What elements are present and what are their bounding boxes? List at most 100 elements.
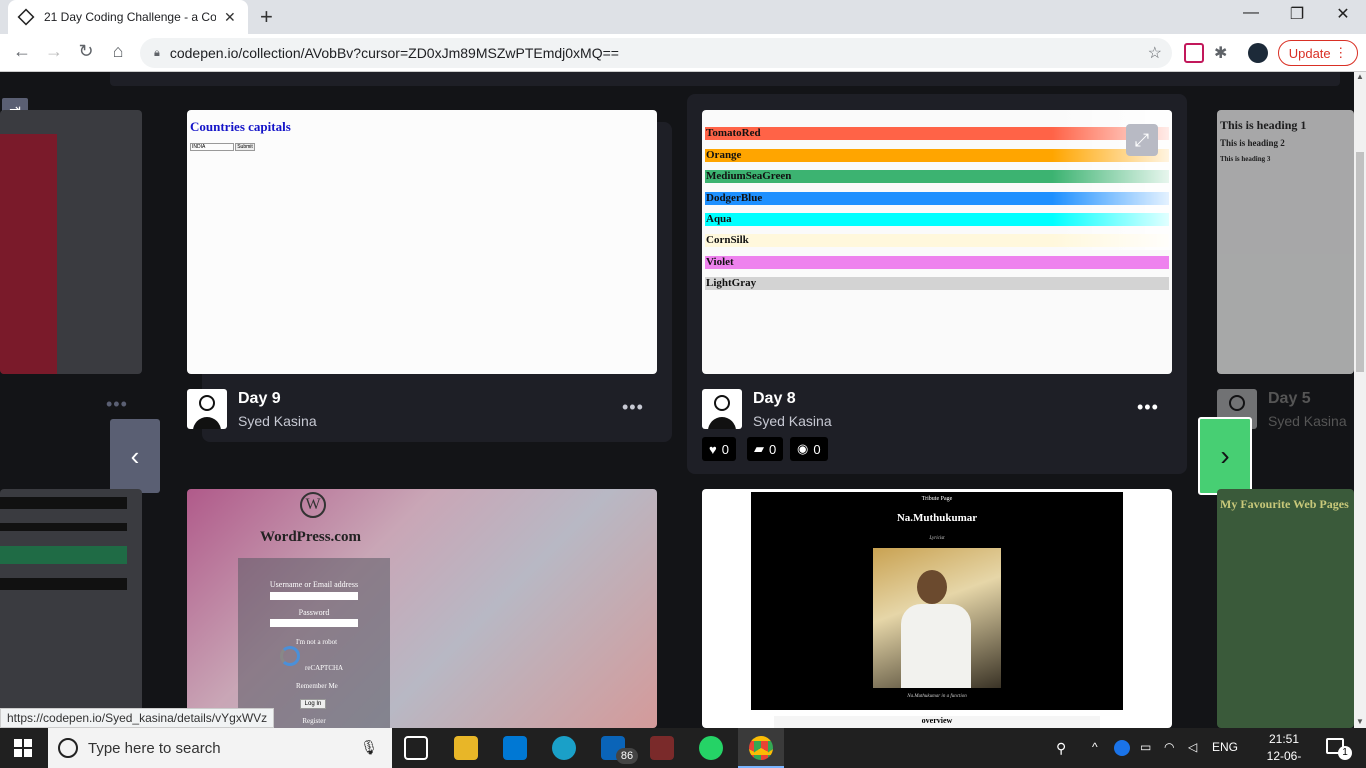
chrome-taskbar-item[interactable] xyxy=(738,728,784,768)
scroll-up-icon[interactable]: ▲ xyxy=(1356,72,1364,81)
like-count: 0 xyxy=(721,441,729,457)
day8-preview[interactable]: TomatoRed Orange MediumSeaGreen DodgerBl… xyxy=(702,110,1172,374)
day9-author[interactable]: Syed Kasina xyxy=(238,413,317,429)
day9-more-icon[interactable]: ••• xyxy=(622,397,644,418)
row2-left-preview[interactable] xyxy=(0,489,142,728)
volume-icon[interactable]: ◁ xyxy=(1188,740,1197,754)
day5-preview-h1: This is heading 1 xyxy=(1220,118,1307,132)
day9-preview-submit: Submit xyxy=(235,143,255,151)
wp-username-label: Username or Email address xyxy=(269,580,359,589)
wp-logo-text: WordPress.com xyxy=(260,529,361,545)
like-button[interactable]: ♥ 0 xyxy=(702,437,736,461)
chrome-icon xyxy=(749,736,773,760)
extensions-puzzle-icon[interactable]: ✱ xyxy=(1214,43,1234,63)
photo-head xyxy=(917,570,947,604)
input-language[interactable]: ENG xyxy=(1212,740,1238,754)
system-clock[interactable]: 21:51 12-06-2021 xyxy=(1254,731,1314,768)
page-content: ⇥ ••• Countries capitals INDIA Submit Da… xyxy=(0,72,1354,728)
left-more-icon[interactable]: ••• xyxy=(106,394,128,415)
microsoft-store-icon[interactable] xyxy=(503,736,527,760)
task-view-icon[interactable] xyxy=(404,736,428,760)
color-row: Violet xyxy=(705,256,1169,269)
bookmark-star-icon[interactable]: ☆ xyxy=(1148,43,1162,63)
maximize-button[interactable]: ❐ xyxy=(1282,4,1312,24)
row2-left-bar xyxy=(0,523,127,531)
update-button[interactable]: Update ⋮ xyxy=(1278,40,1358,66)
day9-preview[interactable]: Countries capitals INDIA Submit xyxy=(187,110,657,374)
collection-header-strip xyxy=(110,72,1340,86)
scroll-thumb[interactable] xyxy=(1356,152,1364,372)
minimize-button[interactable]: — xyxy=(1236,4,1266,22)
wordpress-logo-icon: W xyxy=(300,492,326,518)
show-hidden-icons[interactable]: ^ xyxy=(1092,740,1098,754)
day9-avatar[interactable] xyxy=(187,389,227,429)
people-icon[interactable]: ⚲ xyxy=(1056,740,1066,757)
close-window-button[interactable]: ✕ xyxy=(1328,4,1358,24)
url-text[interactable]: codepen.io/collection/AVobBv?cursor=ZD0x… xyxy=(170,45,619,61)
status-url: https://codepen.io/Syed_kasina/details/v… xyxy=(0,708,275,728)
battery-icon[interactable]: ▭ xyxy=(1140,740,1151,754)
favourite-pages-preview[interactable]: My Favourite Web Pages xyxy=(1217,489,1354,728)
video-editor-icon[interactable] xyxy=(650,736,674,760)
home-icon[interactable]: ⌂ xyxy=(106,41,130,62)
tribute-preview[interactable]: Tribute Page Na.Muthukumar Lyricist Na.M… xyxy=(702,489,1172,728)
row2-left-bar xyxy=(0,546,127,564)
day5-preview[interactable]: This is heading 1 This is heading 2 This… xyxy=(1217,110,1354,374)
address-bar[interactable]: 🔒︎ codepen.io/collection/AVobBv?cursor=Z… xyxy=(140,38,1172,68)
codepen-logo-icon xyxy=(714,395,730,411)
day8-title[interactable]: Day 8 xyxy=(753,390,796,408)
recaptcha-icon xyxy=(280,646,300,666)
profile-avatar[interactable] xyxy=(1248,43,1268,63)
skype-icon[interactable] xyxy=(1114,740,1130,756)
microphone-icon[interactable]: 🎙︎ xyxy=(360,739,378,756)
whatsapp-icon[interactable] xyxy=(699,736,723,760)
wp-recaptcha: reCAPTCHA xyxy=(305,664,344,672)
heart-icon: ♥ xyxy=(709,441,717,457)
eye-icon: ◉ xyxy=(797,441,809,456)
views-stat: ◉ 0 xyxy=(790,437,828,461)
close-tab-icon[interactable]: ✕ xyxy=(224,9,236,26)
day5-title[interactable]: Day 5 xyxy=(1268,390,1311,408)
row2-left-bar xyxy=(0,497,127,509)
previous-page-button[interactable]: ‹ xyxy=(110,419,160,493)
codepen-logo-icon xyxy=(199,395,215,411)
reload-icon[interactable]: ↻ xyxy=(74,41,98,62)
page-scrollbar[interactable]: ▲ ▼ xyxy=(1354,72,1366,728)
back-icon[interactable]: ← xyxy=(10,41,34,62)
tab-bar: 21 Day Coding Challenge - a Coll ✕ + — ❐… xyxy=(0,0,1366,34)
scroll-down-icon[interactable]: ▼ xyxy=(1356,717,1364,726)
browser-toolbar: ← → ↻ ⌂ 🔒︎ codepen.io/collection/AVobBv?… xyxy=(0,34,1366,72)
next-page-button[interactable]: › xyxy=(1198,417,1252,495)
lock-icon: 🔒︎ xyxy=(154,46,160,59)
wp-remember: Remember Me xyxy=(296,682,338,690)
expand-icon[interactable]: ⤢ xyxy=(1126,124,1158,156)
tab-title: 21 Day Coding Challenge - a Coll xyxy=(44,10,216,24)
day5-preview-h2: This is heading 2 xyxy=(1220,138,1285,148)
windows-taskbar: Type here to search 🎙︎ 86 ⚲ ^ ▭ ◠ ◁ ENG … xyxy=(0,728,1366,768)
extension-icon[interactable] xyxy=(1184,43,1204,63)
browser-tab[interactable]: 21 Day Coding Challenge - a Coll ✕ xyxy=(8,0,248,34)
windows-start-icon[interactable] xyxy=(14,739,32,757)
comment-icon: ▰ xyxy=(754,441,764,456)
taskbar-search[interactable]: Type here to search 🎙︎ xyxy=(48,728,392,768)
left-partial-preview[interactable] xyxy=(0,110,142,374)
day9-preview-heading: Countries capitals xyxy=(190,119,291,134)
day9-preview-select: INDIA xyxy=(190,143,234,151)
edge-icon[interactable] xyxy=(552,736,576,760)
wifi-icon[interactable]: ◠ xyxy=(1164,740,1174,754)
day8-more-icon[interactable]: ••• xyxy=(1137,397,1159,418)
wp-username-field xyxy=(270,592,358,600)
new-tab-button[interactable]: + xyxy=(260,4,273,30)
wordpress-preview[interactable]: W WordPress.com Username or Email addres… xyxy=(187,489,657,728)
day5-author[interactable]: Syed Kasina xyxy=(1268,413,1347,429)
view-count: 0 xyxy=(813,441,821,457)
left-preview-block xyxy=(0,134,57,374)
update-label: Update xyxy=(1288,45,1331,61)
forward-icon[interactable]: → xyxy=(42,41,66,62)
comment-button[interactable]: ▰ 0 xyxy=(747,437,784,461)
mail-badge: 86 xyxy=(616,748,638,764)
file-explorer-icon[interactable] xyxy=(454,736,478,760)
day9-title[interactable]: Day 9 xyxy=(238,390,281,408)
day8-author[interactable]: Syed Kasina xyxy=(753,413,832,429)
day8-avatar[interactable] xyxy=(702,389,742,429)
